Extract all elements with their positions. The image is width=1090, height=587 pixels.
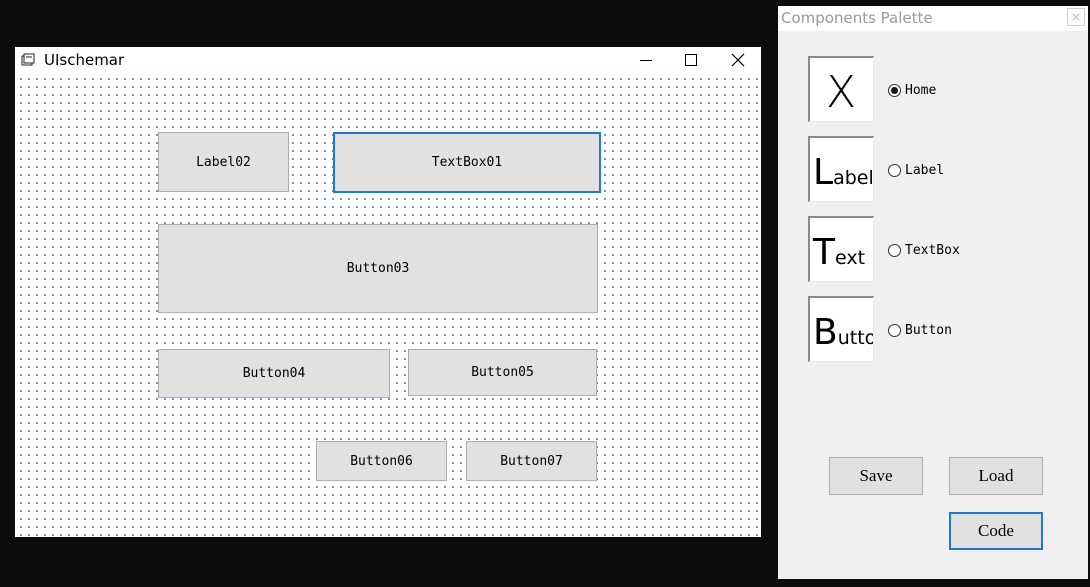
label-tile-text: Label — [813, 152, 874, 193]
maximize-icon — [685, 54, 697, 66]
radio-label[interactable]: Label — [888, 161, 944, 179]
radio-button-checked[interactable] — [888, 83, 901, 97]
load-button-label: Load — [978, 466, 1014, 485]
textbox-tile[interactable]: Text — [808, 216, 874, 282]
designer-label-control[interactable]: Label02 — [158, 132, 289, 192]
radio-home[interactable]: Home — [888, 81, 936, 99]
control-text: Label02 — [196, 154, 251, 170]
code-button[interactable]: Code — [949, 512, 1043, 550]
button-tile-text: Button — [813, 312, 873, 353]
radio-label-home: Home — [905, 82, 937, 98]
designer-button-control[interactable]: Button07 — [466, 441, 597, 481]
control-text: Button07 — [500, 453, 563, 469]
maximize-button[interactable] — [668, 47, 714, 73]
save-button-label: Save — [859, 466, 893, 485]
app-icon — [21, 53, 35, 67]
radio-label-textbox: TextBox — [905, 242, 960, 258]
designer-button-control[interactable]: Button04 — [158, 349, 390, 398]
load-button[interactable]: Load — [949, 457, 1043, 495]
close-icon — [731, 53, 745, 67]
control-text: TextBox01 — [431, 155, 503, 170]
control-text: Button03 — [346, 261, 410, 276]
home-tile-text: X — [826, 67, 857, 118]
close-icon — [1072, 13, 1080, 21]
designer-button-control[interactable]: Button05 — [408, 349, 597, 396]
save-button[interactable]: Save — [829, 457, 923, 495]
radio-textbox[interactable]: TextBox — [888, 241, 960, 259]
code-button-label: Code — [978, 521, 1014, 540]
home-tile[interactable]: X — [808, 56, 874, 122]
close-button[interactable] — [715, 47, 761, 73]
designer-button-control[interactable]: Button03 — [158, 224, 598, 313]
radio-button[interactable] — [888, 163, 901, 177]
radio-button[interactable] — [888, 243, 901, 257]
radio-button-option[interactable]: Button — [888, 321, 952, 339]
button-tile[interactable]: Button — [808, 296, 874, 362]
palette-close-button[interactable] — [1067, 8, 1085, 26]
radio-label-label: Label — [905, 162, 945, 178]
minimize-icon — [640, 60, 652, 61]
minimize-button[interactable] — [623, 47, 669, 73]
control-text: Button06 — [350, 453, 413, 469]
title-bar[interactable]: UIschemar — [15, 47, 761, 73]
components-palette-window: Components Palette X Home Label Label Te… — [778, 6, 1088, 579]
radio-label-button: Button — [905, 322, 952, 338]
uischemar-window: UIschemar Label02 TextBox01 Button03 But… — [15, 47, 761, 537]
textbox-tile-text: Text — [813, 232, 866, 273]
control-text: Button04 — [242, 366, 306, 381]
control-text: Button05 — [471, 365, 534, 380]
window-title: UIschemar — [44, 51, 125, 69]
palette-title-bar[interactable]: Components Palette — [778, 6, 1088, 31]
designer-button-control[interactable]: Button06 — [316, 441, 447, 481]
radio-button[interactable] — [888, 323, 901, 337]
label-tile[interactable]: Label — [808, 136, 874, 202]
designer-textbox-control[interactable]: TextBox01 — [333, 132, 601, 193]
design-canvas[interactable]: Label02 TextBox01 Button03 Button04 Butt… — [15, 73, 761, 537]
palette-title: Components Palette — [781, 9, 933, 27]
